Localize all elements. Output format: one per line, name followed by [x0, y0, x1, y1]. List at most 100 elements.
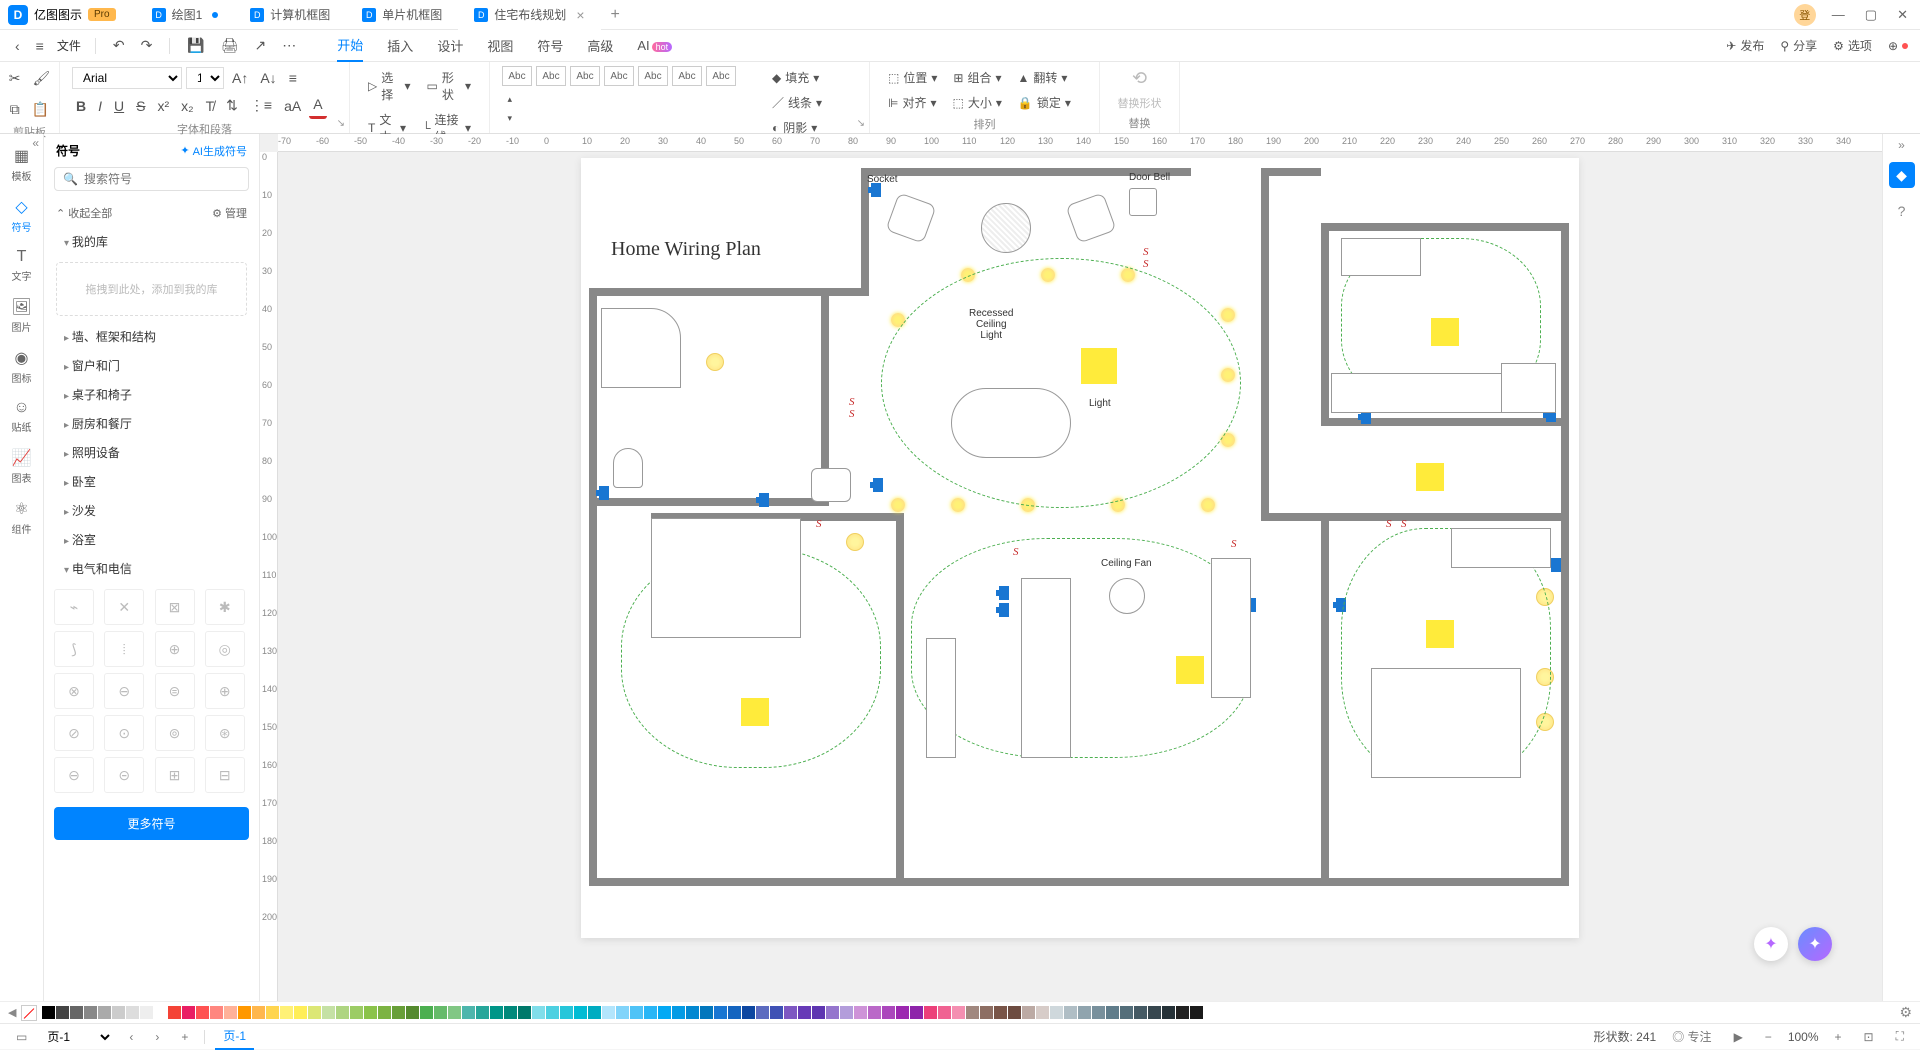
color-swatch[interactable]: [826, 1006, 839, 1019]
group-launcher-icon[interactable]: ↘: [857, 118, 865, 129]
symbol-item[interactable]: ⊞: [155, 757, 195, 793]
line-button[interactable]: ／ 线条 ▾: [766, 91, 828, 114]
undo-button[interactable]: ↶: [110, 34, 128, 57]
color-swatch[interactable]: [938, 1006, 951, 1019]
outlet[interactable]: [871, 183, 881, 197]
lt-symbols[interactable]: ◇符号: [2, 191, 42, 240]
wall[interactable]: [1321, 223, 1566, 231]
symbol-item[interactable]: ◎: [205, 631, 245, 667]
my-library-dropzone[interactable]: 拖拽到此处，添加到我的库: [56, 262, 247, 316]
font-family-select[interactable]: Arial: [72, 67, 182, 89]
ribbon-tab-advanced[interactable]: 高级: [587, 30, 613, 61]
color-swatch[interactable]: [798, 1006, 811, 1019]
outlet[interactable]: [1551, 558, 1561, 572]
more-icon[interactable]: ⋯: [279, 34, 299, 57]
recessed-light[interactable]: [1021, 498, 1035, 512]
color-swatch[interactable]: [1064, 1006, 1077, 1019]
outlet[interactable]: [1336, 598, 1346, 612]
color-swatch[interactable]: [182, 1006, 195, 1019]
ribbon-tab-symbol[interactable]: 符号: [537, 30, 563, 61]
search-input[interactable]: [84, 172, 240, 186]
recessed-light[interactable]: [891, 498, 905, 512]
case-button[interactable]: aA: [280, 94, 305, 118]
symbol-item[interactable]: ⊟: [205, 757, 245, 793]
lamp[interactable]: [1536, 588, 1554, 606]
symbol-item[interactable]: ✕: [104, 589, 144, 625]
bold-button[interactable]: B: [72, 94, 90, 118]
symbol-item[interactable]: ⊙: [104, 715, 144, 751]
symbol-search[interactable]: 🔍: [54, 167, 249, 191]
symbol-item[interactable]: ✱: [205, 589, 245, 625]
cat-lighting[interactable]: 照明设备: [44, 438, 259, 467]
color-swatch[interactable]: [1036, 1006, 1049, 1019]
symbol-item[interactable]: ⊕: [155, 631, 195, 667]
group-launcher-icon[interactable]: ↘: [337, 118, 345, 129]
strikethrough-button[interactable]: S: [132, 94, 149, 118]
font-size-select[interactable]: 10: [186, 67, 224, 89]
color-swatch[interactable]: [1120, 1006, 1133, 1019]
redo-button[interactable]: ↷: [138, 34, 156, 57]
print-button[interactable]: 🖨: [218, 34, 242, 57]
outlet[interactable]: [873, 478, 883, 492]
furniture-chair[interactable]: [1065, 192, 1116, 243]
paste-button[interactable]: 📋: [28, 97, 53, 122]
color-swatch[interactable]: [140, 1006, 153, 1019]
share-button[interactable]: ⚲分享: [1780, 37, 1817, 54]
ribbon-tab-insert[interactable]: 插入: [387, 30, 413, 61]
plan-title[interactable]: Home Wiring Plan: [611, 238, 761, 261]
lock-button[interactable]: 🔒 锁定▾: [1012, 91, 1077, 114]
ribbon-tab-ai[interactable]: AIhot: [637, 32, 672, 59]
color-swatch[interactable]: [392, 1006, 405, 1019]
cat-walls[interactable]: 墙、框架和结构: [44, 322, 259, 351]
color-swatch[interactable]: [210, 1006, 223, 1019]
increase-font-button[interactable]: A↑: [228, 66, 252, 90]
color-swatch[interactable]: [224, 1006, 237, 1019]
color-swatch[interactable]: [532, 1006, 545, 1019]
presentation-button[interactable]: ▶: [1728, 1028, 1749, 1046]
color-swatch[interactable]: [630, 1006, 643, 1019]
color-swatch[interactable]: [518, 1006, 531, 1019]
shape-tool[interactable]: ▭ 形状 ▾: [421, 66, 477, 106]
lt-icons[interactable]: ◉图标: [2, 342, 42, 391]
color-swatch[interactable]: [56, 1006, 69, 1019]
color-swatch[interactable]: [168, 1006, 181, 1019]
ribbon-tab-view[interactable]: 视图: [487, 30, 513, 61]
color-swatch[interactable]: [322, 1006, 335, 1019]
cat-bedroom[interactable]: 卧室: [44, 467, 259, 496]
furniture-dining-table[interactable]: [951, 388, 1071, 458]
symbol-item[interactable]: ⊘: [54, 715, 94, 751]
color-settings-icon[interactable]: ⚙: [1899, 1004, 1912, 1021]
furniture-shower[interactable]: [601, 308, 681, 388]
furniture-tv-cabinet[interactable]: [1211, 558, 1251, 698]
color-swatch[interactable]: [812, 1006, 825, 1019]
ai-assist-button[interactable]: ✦: [1798, 927, 1832, 961]
outlet[interactable]: [999, 603, 1009, 617]
color-swatch[interactable]: [868, 1006, 881, 1019]
furniture-bed2[interactable]: [1371, 668, 1521, 778]
color-swatch[interactable]: [378, 1006, 391, 1019]
subscript-button[interactable]: x₂: [177, 94, 197, 118]
wall[interactable]: [1561, 223, 1569, 883]
color-swatch[interactable]: [1162, 1006, 1175, 1019]
fullscreen-button[interactable]: ⛶: [1890, 1027, 1910, 1046]
add-page-button[interactable]: +: [175, 1028, 194, 1046]
color-swatch[interactable]: [728, 1006, 741, 1019]
fit-page-button[interactable]: ⊡: [1858, 1028, 1880, 1046]
outlet[interactable]: [999, 586, 1009, 600]
light-fixture[interactable]: [1416, 463, 1444, 491]
furniture-shelf[interactable]: [926, 638, 956, 758]
color-swatch[interactable]: [980, 1006, 993, 1019]
color-swatch[interactable]: [854, 1006, 867, 1019]
publish-button[interactable]: ✈发布: [1726, 37, 1764, 54]
light-fixture[interactable]: [1081, 348, 1117, 384]
underline-button[interactable]: U: [110, 94, 128, 118]
line-spacing-button[interactable]: ⇅: [222, 93, 242, 118]
label-recessed[interactable]: Recessed Ceiling Light: [969, 308, 1013, 341]
furniture-ceiling-fan[interactable]: [1109, 578, 1145, 614]
tab-home-wiring[interactable]: D住宅布线规划×: [458, 0, 600, 30]
ribbon-tab-design[interactable]: 设计: [437, 30, 463, 61]
style-preset[interactable]: Abc: [604, 66, 634, 86]
furniture-doorbell[interactable]: [1129, 188, 1157, 216]
recessed-light[interactable]: [961, 268, 975, 282]
no-fill-swatch[interactable]: [21, 1005, 37, 1021]
